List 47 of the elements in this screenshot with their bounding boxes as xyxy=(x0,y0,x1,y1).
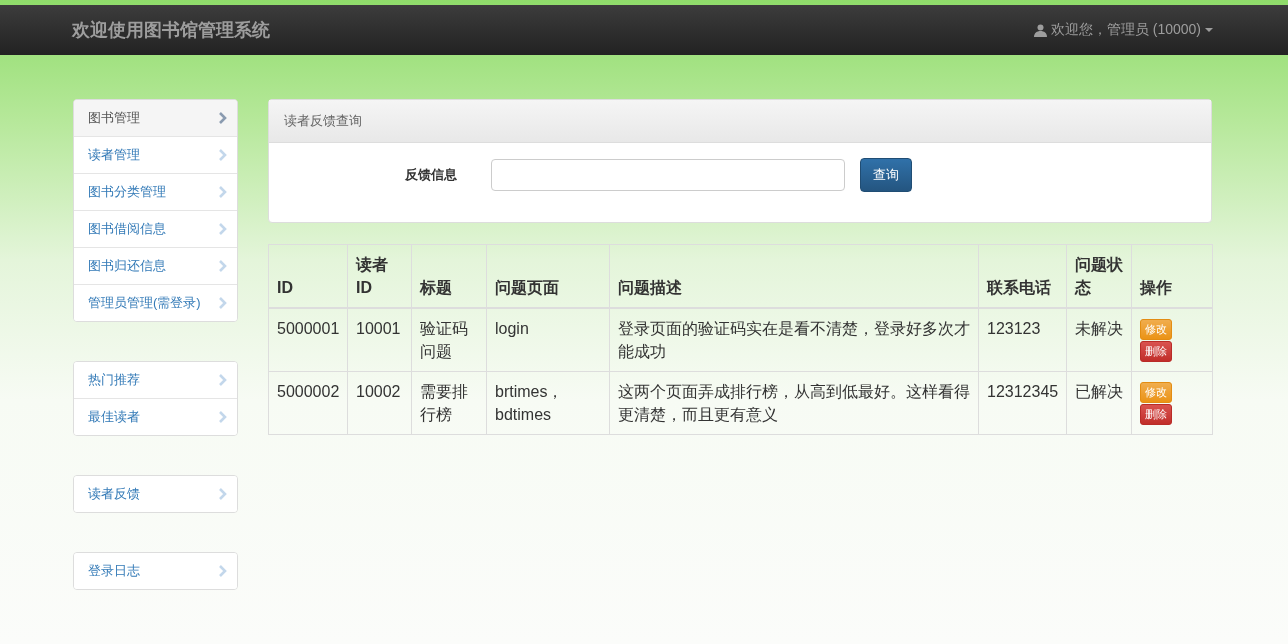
chevron-right-icon xyxy=(219,223,227,235)
sidebar-item[interactable]: 读者反馈 xyxy=(74,476,237,512)
table-cell: 123123 xyxy=(978,308,1067,372)
table-cell: 未解决 xyxy=(1066,308,1132,372)
column-header: 联系电话 xyxy=(978,244,1067,308)
chevron-right-icon xyxy=(219,149,227,161)
column-header: 读者ID xyxy=(347,244,412,308)
app-title: 欢迎使用图书馆管理系统 xyxy=(72,19,270,42)
chevron-right-icon xyxy=(219,112,227,124)
table-cell: 登录页面的验证码实在是看不清楚，登录好多次才能成功 xyxy=(609,308,979,372)
chevron-right-icon xyxy=(219,186,227,198)
search-button[interactable]: 查询 xyxy=(860,158,912,192)
caret-icon xyxy=(1205,28,1213,32)
chevron-right-icon xyxy=(219,260,227,272)
sidebar-item[interactable]: 登录日志 xyxy=(74,553,237,589)
table-cell: 已解决 xyxy=(1066,371,1132,435)
user-menu[interactable]: 欢迎您，管理员 (10000) xyxy=(1033,21,1213,39)
column-header: 标题 xyxy=(411,244,487,308)
table-cell: 验证码问题 xyxy=(411,308,487,372)
chevron-right-icon xyxy=(219,297,227,309)
table-cell: 需要排行榜 xyxy=(411,371,487,435)
table-cell: 5000001 xyxy=(268,308,348,372)
column-header: ID xyxy=(268,244,348,308)
table-cell: 这两个页面弄成排行榜，从高到低最好。这样看得更清楚，而且更有意义 xyxy=(609,371,979,435)
column-header: 问题页面 xyxy=(486,244,610,308)
sidebar-item[interactable]: 管理员管理(需登录) xyxy=(74,284,237,321)
chevron-right-icon xyxy=(219,374,227,386)
field-label: 反馈信息 xyxy=(405,166,458,184)
panel-heading: 读者反馈查询 xyxy=(269,100,1211,143)
table-cell: 10001 xyxy=(347,308,412,372)
delete-button[interactable]: 删除 xyxy=(1140,404,1172,425)
column-header: 问题描述 xyxy=(609,244,979,308)
feedback-input-field[interactable] xyxy=(491,159,845,191)
column-header: 操作 xyxy=(1131,244,1213,308)
user-icon xyxy=(1033,23,1047,37)
sidebar-item[interactable]: 图书管理 xyxy=(74,100,237,136)
chevron-right-icon xyxy=(219,411,227,423)
sidebar-item[interactable]: 最佳读者 xyxy=(74,398,237,435)
table-cell: 12312345 xyxy=(978,371,1067,435)
table-cell: 10002 xyxy=(347,371,412,435)
column-header: 问题状态 xyxy=(1066,244,1132,308)
delete-button[interactable]: 删除 xyxy=(1140,341,1172,362)
chevron-right-icon xyxy=(219,565,227,577)
table-cell: login xyxy=(486,308,610,372)
chevron-right-icon xyxy=(219,488,227,500)
table-cell: brtimes，bdtimes xyxy=(486,371,610,435)
table-cell: 5000002 xyxy=(268,371,348,435)
